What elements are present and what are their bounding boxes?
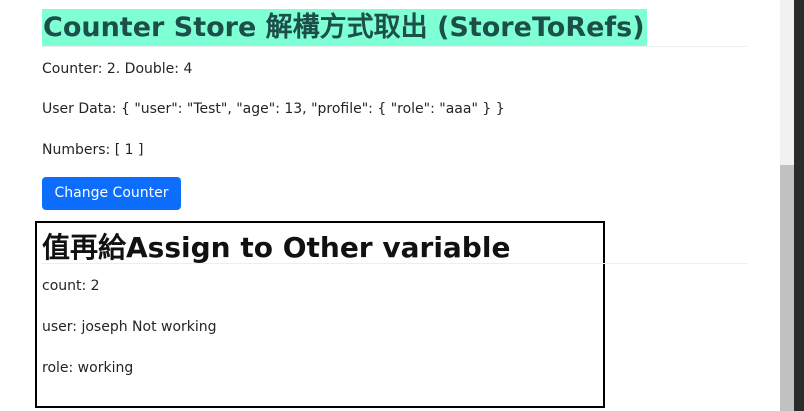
user-text: user: joseph Not working — [42, 319, 217, 335]
page-content: Counter Store 解構方式取出 (StoreToRefs) Count… — [0, 0, 780, 411]
assign-section-heading: 值再給Assign to Other variable — [42, 231, 511, 264]
change-counter-button[interactable]: Change Counter — [42, 177, 181, 210]
role-text: role: working — [42, 360, 134, 376]
window-edge — [794, 0, 804, 411]
counter-text: Counter: 2. Double: 4 — [42, 61, 193, 77]
counter-store-heading: Counter Store 解構方式取出 (StoreToRefs) — [42, 9, 647, 46]
user-data-text: User Data: { "user": "Test", "age": 13, … — [42, 101, 505, 117]
numbers-text: Numbers: [ 1 ] — [42, 142, 144, 158]
scrollbar-thumb[interactable] — [780, 165, 794, 411]
heading-divider — [42, 46, 748, 47]
assign-heading-divider — [42, 263, 748, 264]
count-text: count: 2 — [42, 278, 100, 294]
